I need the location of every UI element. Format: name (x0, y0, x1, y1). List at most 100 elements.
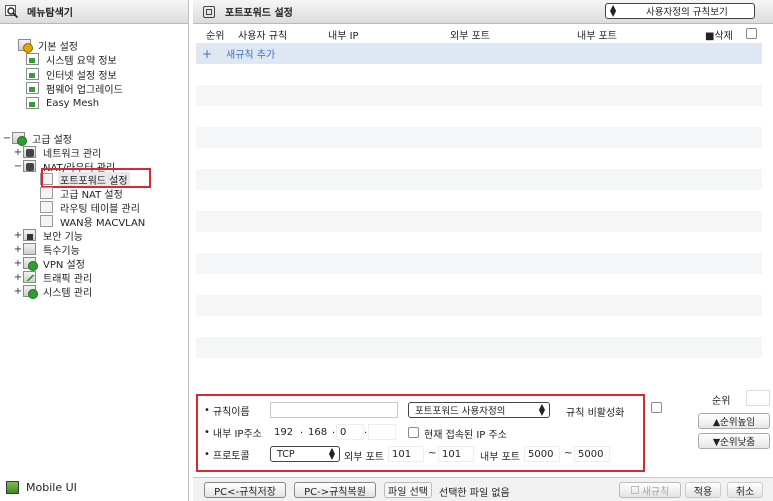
expand-toggle[interactable]: + (13, 272, 23, 283)
save-rules-to-pc-button[interactable]: PC<-규칙저장 (204, 482, 286, 498)
disable-rule-checkbox[interactable] (651, 402, 662, 413)
mobile-ui-link[interactable]: Mobile UI (0, 473, 189, 501)
tree-special-functions[interactable]: + 특수기능 (13, 242, 82, 257)
document-icon (26, 53, 39, 65)
disable-rule-label: 규칙 비활성화 (566, 408, 625, 419)
tree-security[interactable]: + 보안 기능 (13, 228, 85, 243)
internal-ip-row: • 내부 IP주소 (204, 426, 262, 440)
order-input[interactable] (746, 390, 770, 406)
expand-toggle[interactable]: + (13, 258, 23, 269)
tree-advanced-settings[interactable]: − 고급 설정 (2, 131, 74, 146)
table-row (196, 106, 762, 127)
table-row (196, 169, 762, 190)
restore-rules-from-pc-button[interactable]: PC->규칙복원 (294, 482, 376, 498)
system-icon (23, 285, 38, 299)
window-icon (203, 5, 215, 18)
new-rule-button[interactable]: 새규칙 (619, 482, 681, 498)
add-rule-row[interactable]: + 새규칙 추가 (196, 43, 762, 64)
updown-arrow-icon: ▲ ▼ (610, 3, 617, 18)
table-row (196, 211, 762, 232)
internal-port-to[interactable]: 5000 (574, 446, 610, 462)
tree-item-internet-info[interactable]: 인터넷 설정 정보 (26, 67, 119, 82)
table-row (196, 295, 762, 316)
ip-octet-1[interactable]: 192 (270, 424, 300, 440)
tree-vpn[interactable]: + VPN 설정 (13, 256, 87, 271)
tree-item-system-summary[interactable]: 시스템 요약 정보 (26, 52, 119, 67)
internal-port-from[interactable]: 5000 (524, 446, 560, 462)
router-icon (23, 160, 36, 172)
search-icon (5, 4, 19, 19)
table-row (196, 64, 762, 85)
table-row (196, 148, 762, 169)
network-icon (23, 146, 36, 158)
protocol-label: 프로토콜 (212, 450, 250, 462)
tree-item-advanced-nat[interactable]: 고급 NAT 설정 (40, 186, 125, 201)
table-row (196, 337, 762, 358)
ip-octet-3[interactable]: 0 (336, 424, 364, 440)
table-row (196, 85, 762, 106)
rule-name-input[interactable] (270, 402, 398, 418)
tree-system-management[interactable]: + 시스템 관리 (13, 284, 94, 299)
ip-octet-4[interactable] (368, 424, 396, 440)
collapse-toggle[interactable]: − (13, 161, 23, 172)
collapse-toggle[interactable]: − (2, 133, 12, 144)
file-select-button[interactable]: 파일 선택 (384, 482, 432, 498)
table-row (196, 232, 762, 253)
rule-type-select[interactable]: ▲ ▼ 포트포워드 사용자정의 (408, 402, 550, 418)
col-delete: ■삭제 (705, 30, 733, 42)
cancel-button[interactable]: 취소 (727, 482, 763, 498)
tree-item-wan-macvlan[interactable]: WAN용 MACVLAN (40, 214, 147, 229)
expand-toggle[interactable]: + (13, 147, 23, 158)
table-row (196, 358, 762, 379)
external-port-label: 외부 포트 (344, 452, 384, 463)
tree-item-easy-mesh[interactable]: Easy Mesh (26, 96, 101, 110)
tree-item-routing-table[interactable]: 라우팅 테이블 관리 (40, 200, 142, 215)
tree-item-firmware-upgrade[interactable]: 펌웨어 업그레이드 (26, 81, 125, 96)
internal-port-label: 내부 포트 (480, 452, 520, 463)
protocol-select[interactable]: TCP ▲ ▼ (270, 446, 340, 462)
col-internal-ip: 내부 IP (328, 30, 359, 42)
apply-button[interactable]: 적용 (685, 482, 721, 498)
expand-toggle[interactable]: + (13, 286, 23, 297)
document-icon (26, 68, 39, 80)
external-port-from[interactable]: 101 (388, 446, 424, 462)
table-row (196, 190, 762, 211)
menu-explorer-sidebar: 메뉴탐색기 기본 설정 시스템 요약 정보 인터넷 설정 정보 펌웨어 업그레이… (0, 0, 189, 501)
table-row (196, 127, 762, 148)
rule-edit-form: • 규칙이름 ▲ ▼ 포트포워드 사용자정의 규칙 비활성화 • 내부 IP주소 … (196, 394, 645, 472)
order-up-button[interactable]: ▲순위높임 (698, 413, 770, 429)
page-icon (40, 187, 53, 199)
folder-gear-icon (18, 39, 33, 53)
page-icon (40, 215, 53, 227)
col-user-rule: 사용자 규칙 (238, 30, 288, 42)
delete-all-checkbox[interactable] (746, 28, 757, 39)
port-forward-panel: 포트포워드 설정 ▲ ▼ 사용자정의 규칙보기 순위 사용자 규칙 내부 IP 외… (193, 0, 773, 501)
document-icon (26, 97, 39, 109)
current-ip-checkbox[interactable] (408, 427, 419, 438)
current-ip-label: 현재 접속된 IP 주소 (424, 430, 507, 441)
rule-view-select[interactable]: ▲ ▼ 사용자정의 규칙보기 (605, 3, 755, 19)
table-row (196, 316, 762, 337)
external-port-to[interactable]: 101 (438, 446, 474, 462)
plus-icon: + (201, 46, 213, 61)
col-internal-port: 내부 포트 (577, 30, 617, 42)
table-row (196, 274, 762, 295)
col-external-port: 외부 포트 (450, 30, 490, 42)
rule-table-header: 순위 사용자 규칙 내부 IP 외부 포트 내부 포트 ■삭제 (193, 25, 773, 43)
tree-basic-settings[interactable]: 기본 설정 (8, 38, 80, 53)
page-icon (40, 201, 53, 213)
table-row (196, 253, 762, 274)
expand-toggle[interactable]: + (13, 230, 23, 241)
protocol-row: • 프로토콜 (204, 448, 250, 462)
internal-ip-label: 내부 IP주소 (212, 428, 262, 440)
mobile-icon (6, 480, 19, 494)
tree-traffic[interactable]: + 트래픽 관리 (13, 270, 94, 285)
traffic-chart-icon (23, 271, 36, 283)
tree-network-management[interactable]: + 네트워크 관리 (13, 145, 103, 160)
vpn-icon (23, 257, 38, 271)
ip-octet-2[interactable]: 168 (304, 424, 332, 440)
order-down-button[interactable]: ▼순위낮춤 (698, 433, 770, 449)
sidebar-header: 메뉴탐색기 (0, 0, 188, 24)
expand-toggle[interactable]: + (13, 244, 23, 255)
folder-icon (23, 243, 36, 255)
